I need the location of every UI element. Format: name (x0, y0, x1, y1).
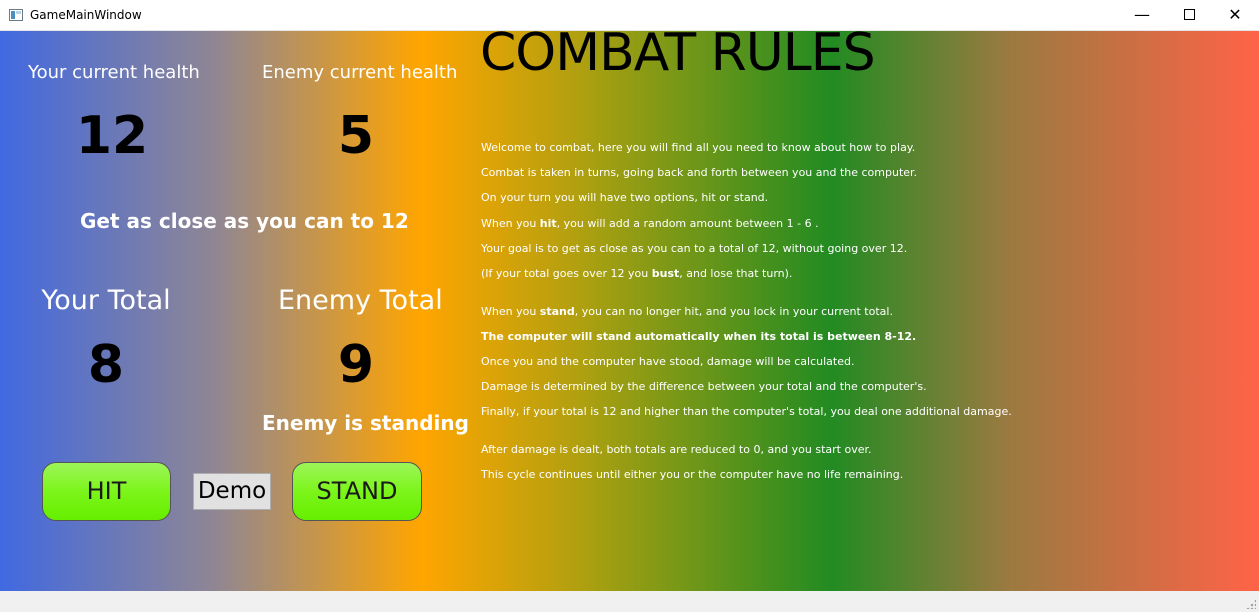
rule-line-7: When you stand, you can no longer hit, a… (481, 305, 893, 318)
game-main-window: GameMainWindow — ✕ Your current health 1… (0, 0, 1259, 612)
game-area: Your current health 12 Enemy current hea… (0, 31, 1259, 591)
rule-line-4-keyword: hit (539, 217, 557, 230)
rule-line-2: Combat is taken in turns, going back and… (481, 166, 918, 179)
player-total-label: Your Total (41, 285, 171, 316)
rule-line-6-end: , and lose that turn). (679, 267, 793, 280)
rule-line-13: This cycle continues until either you or… (481, 468, 904, 481)
title-bar[interactable]: GameMainWindow — ✕ (0, 0, 1259, 31)
rule-line-12: After damage is dealt, both totals are r… (481, 443, 872, 456)
enemy-total-value: 9 (337, 335, 375, 395)
app-icon (9, 9, 23, 21)
rule-line-1: Welcome to combat, here you will find al… (481, 141, 916, 154)
rule-line-6: (If your total goes over 12 you bust, an… (481, 267, 792, 280)
rule-line-7-keyword: stand (539, 305, 575, 318)
enemy-status: Enemy is standing (262, 411, 469, 435)
rule-line-3: On your turn you will have two options, … (481, 191, 769, 204)
rule-line-6-start: (If your total goes over 12 you (481, 267, 652, 280)
goal-message: Get as close as you can to 12 (80, 209, 409, 233)
size-grip-icon[interactable] (1246, 599, 1256, 609)
rule-line-9: Once you and the computer have stood, da… (481, 355, 855, 368)
status-bar (0, 591, 1259, 612)
maximize-button[interactable] (1166, 0, 1212, 30)
maximize-icon (1183, 8, 1195, 20)
stand-button[interactable]: STAND (292, 462, 422, 521)
rule-line-11: Finally, if your total is 12 and higher … (481, 405, 1012, 418)
rule-line-7-end: , you can no longer hit, and you lock in… (574, 305, 893, 318)
enemy-total-label: Enemy Total (278, 285, 443, 316)
rule-line-4: When you hit, you will add a random amou… (481, 217, 819, 230)
player-health-value: 12 (75, 106, 149, 166)
close-button[interactable]: ✕ (1212, 0, 1258, 30)
demo-button[interactable]: Demo (193, 473, 271, 510)
minimize-button[interactable]: — (1119, 0, 1165, 30)
rule-line-5: Your goal is to get as close as you can … (481, 242, 908, 255)
window-title: GameMainWindow (30, 8, 142, 22)
enemy-health-label: Enemy current health (262, 62, 458, 83)
hit-button[interactable]: HIT (42, 462, 171, 521)
player-total-value: 8 (87, 335, 125, 395)
enemy-health-value: 5 (337, 106, 375, 166)
rule-line-8: The computer will stand automatically wh… (481, 330, 917, 343)
rule-line-10: Damage is determined by the difference b… (481, 380, 927, 393)
rule-line-4-end: , you will add a random amount between 1… (556, 217, 819, 230)
rule-line-4-start: When you (481, 217, 540, 230)
rule-line-7-start: When you (481, 305, 540, 318)
rule-line-6-keyword: bust (651, 267, 680, 280)
player-health-label: Your current health (28, 62, 200, 83)
rules-title: COMBAT RULES (480, 31, 876, 83)
